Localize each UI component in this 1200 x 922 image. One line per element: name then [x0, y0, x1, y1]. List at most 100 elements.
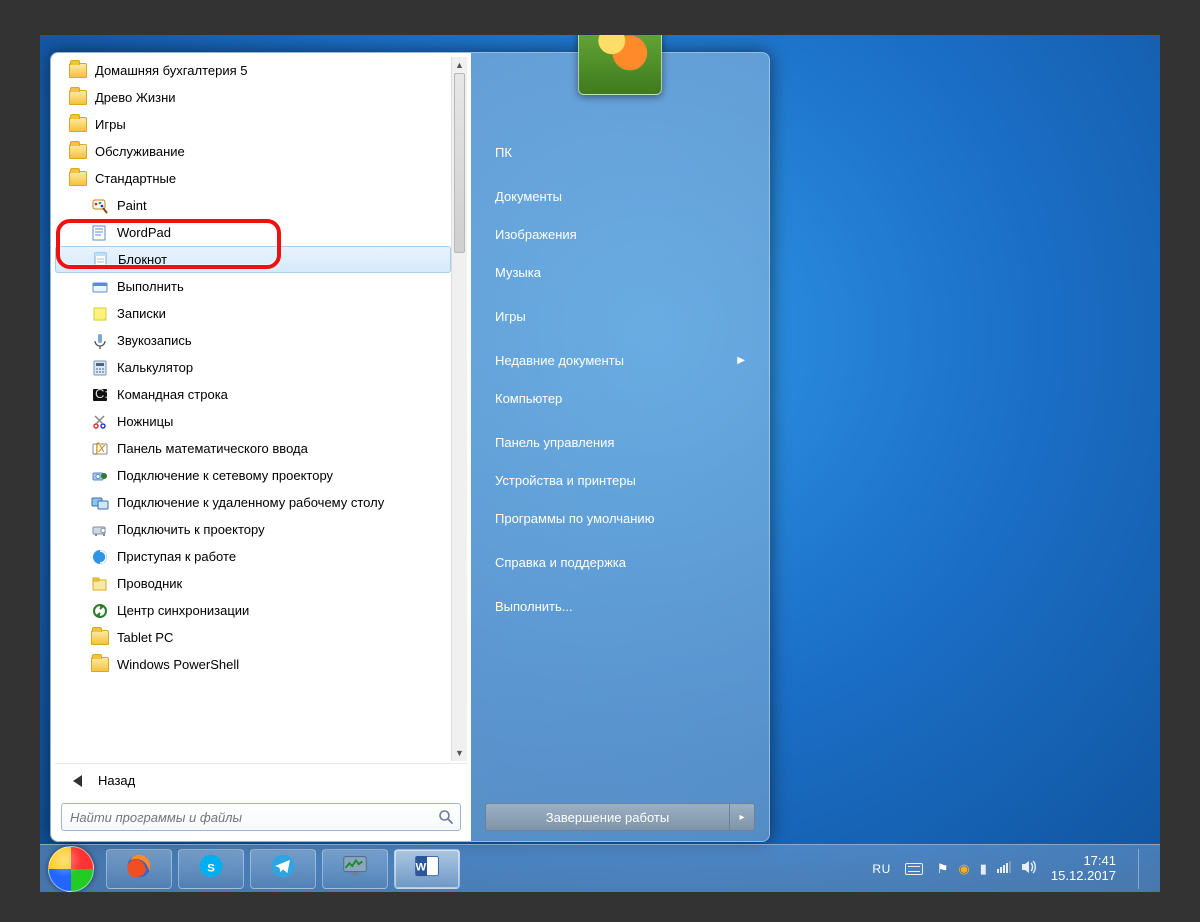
- start-right-недавние-документы[interactable]: Недавние документы▶: [485, 341, 755, 379]
- sticky-icon: [91, 305, 109, 323]
- proj-icon: [91, 521, 109, 539]
- start-right-label: Устройства и принтеры: [495, 473, 636, 488]
- start-menu-right-pane: ПК ДокументыИзображенияМузыка Игры Недавние…: [471, 53, 769, 841]
- wordpad-icon: [91, 224, 109, 242]
- tray-updates-icon[interactable]: ◉: [958, 861, 969, 877]
- program-item-wordpad[interactable]: WordPad: [55, 219, 451, 246]
- svg-text:C:\_: C:\_: [95, 386, 109, 401]
- taskbar-item-firefox[interactable]: [106, 849, 172, 889]
- folder-icon: [91, 657, 109, 672]
- program-folder-домашняя-бухгалтерия-5[interactable]: Домашняя бухгалтерия 5: [55, 57, 451, 84]
- all-programs-scrollbar[interactable]: ▲ ▼: [451, 57, 467, 761]
- program-item-label: Выполнить: [117, 279, 184, 294]
- start-right-компьютер[interactable]: Компьютер: [485, 379, 755, 417]
- program-folder-label: Обслуживание: [95, 144, 185, 159]
- program-item-paint[interactable]: Paint: [55, 192, 451, 219]
- tray-icons: ⚑ ◉ ▮: [937, 860, 1037, 877]
- program-item-панель-математического-ввода[interactable]: ∫xПанель математического ввода: [55, 435, 451, 462]
- system-tray: RU ⚑ ◉ ▮ 17:41 15.12.2017: [872, 849, 1152, 889]
- start-right-панель-управления[interactable]: Панель управления: [485, 423, 755, 461]
- search-icon: [438, 809, 454, 828]
- start-right-label: Справка и поддержка: [495, 555, 626, 570]
- keyboard-icon[interactable]: [905, 863, 923, 875]
- desktop: Домашняя бухгалтерия 5 Древо Жизни Игры Обс…: [40, 35, 1160, 892]
- program-folder-label: Tablet PC: [117, 630, 173, 645]
- back-button[interactable]: Назад: [55, 763, 467, 797]
- program-folder-windows-powershell[interactable]: Windows PowerShell: [55, 651, 451, 678]
- program-item-подключение-к-сетевому-проектору[interactable]: Подключение к сетевому проектору: [55, 462, 451, 489]
- program-item-подключение-к-удаленному-рабочему-столу[interactable]: Подключение к удаленному рабочему столу: [55, 489, 451, 516]
- program-folder-игры[interactable]: Игры: [55, 111, 451, 138]
- program-item-проводник[interactable]: Проводник: [55, 570, 451, 597]
- tray-network-icon[interactable]: [997, 861, 1011, 876]
- paint-icon: [91, 197, 109, 215]
- program-folder-стандартные[interactable]: Стандартные: [55, 165, 451, 192]
- shutdown-options-arrow-icon[interactable]: ▸: [729, 803, 755, 831]
- program-item-блокнот[interactable]: Блокнот: [55, 246, 451, 273]
- program-item-label: Центр синхронизации: [117, 603, 249, 618]
- program-item-label: Подключить к проектору: [117, 522, 265, 537]
- start-right-документы[interactable]: Документы: [485, 177, 755, 215]
- program-item-записки[interactable]: Записки: [55, 300, 451, 327]
- start-right-пк[interactable]: ПК: [485, 133, 755, 171]
- tray-volume-icon[interactable]: [1021, 860, 1037, 877]
- start-right-label: Недавние документы: [495, 353, 624, 368]
- svg-text:∫x: ∫x: [94, 440, 106, 455]
- taskbar-item-word[interactable]: W: [394, 849, 460, 889]
- explorer-icon: [91, 575, 109, 593]
- program-item-выполнить[interactable]: Выполнить: [55, 273, 451, 300]
- program-folder-обслуживание[interactable]: Обслуживание: [55, 138, 451, 165]
- tray-flag-icon[interactable]: ⚑: [937, 861, 949, 877]
- start-right-выполнить[interactable]: Выполнить...: [485, 587, 755, 625]
- show-desktop-button[interactable]: [1138, 849, 1148, 889]
- search-box[interactable]: [61, 803, 461, 831]
- taskbar-item-skype[interactable]: S: [178, 849, 244, 889]
- search-input[interactable]: [62, 804, 430, 830]
- user-avatar[interactable]: [578, 35, 662, 95]
- start-right-игры[interactable]: Игры: [485, 297, 755, 335]
- start-right-справка-и-поддержка[interactable]: Справка и поддержка: [485, 543, 755, 581]
- start-right-устройства-и-принтеры[interactable]: Устройства и принтеры: [485, 461, 755, 499]
- program-item-центр-синхронизации[interactable]: Центр синхронизации: [55, 597, 451, 624]
- program-item-label: Ножницы: [117, 414, 173, 429]
- scroll-down-arrow-icon[interactable]: ▼: [452, 745, 467, 761]
- program-folder-древо-жизни[interactable]: Древо Жизни: [55, 84, 451, 111]
- program-item-звукозапись[interactable]: Звукозапись: [55, 327, 451, 354]
- taskbar-item-telegram[interactable]: [250, 849, 316, 889]
- program-folder-label: Древо Жизни: [95, 90, 176, 105]
- folder-icon: [69, 144, 87, 159]
- program-item-командная-строка[interactable]: C:\_ Командная строка: [55, 381, 451, 408]
- program-folder-tablet-pc[interactable]: Tablet PC: [55, 624, 451, 651]
- tray-battery-icon[interactable]: ▮: [980, 861, 987, 877]
- program-item-приступая-к-работе[interactable]: Приступая к работе: [55, 543, 451, 570]
- start-right-музыка[interactable]: Музыка: [485, 253, 755, 291]
- all-programs-list[interactable]: Домашняя бухгалтерия 5 Древо Жизни Игры Обс…: [55, 57, 467, 761]
- search-wrap: [55, 797, 467, 831]
- taskbar-clock[interactable]: 17:41 15.12.2017: [1051, 854, 1116, 884]
- notepad-icon: [92, 251, 110, 269]
- sync-icon: [91, 602, 109, 620]
- language-indicator[interactable]: RU: [872, 862, 890, 876]
- program-item-label: Звукозапись: [117, 333, 192, 348]
- start-right-изображения[interactable]: Изображения: [485, 215, 755, 253]
- program-item-калькулятор[interactable]: Калькулятор: [55, 354, 451, 381]
- program-item-ножницы[interactable]: Ножницы: [55, 408, 451, 435]
- program-item-label: Командная строка: [117, 387, 228, 402]
- scroll-up-arrow-icon[interactable]: ▲: [452, 57, 467, 73]
- run-icon: [91, 278, 109, 296]
- cmd-icon: C:\_: [91, 386, 109, 404]
- program-item-label: Калькулятор: [117, 360, 193, 375]
- start-right-программы-по-умолчанию[interactable]: Программы по умолчанию: [485, 499, 755, 537]
- program-item-label: Приступая к работе: [117, 549, 236, 564]
- taskbar-item-taskmanager[interactable]: [322, 849, 388, 889]
- program-item-подключить-к-проектору[interactable]: Подключить к проектору: [55, 516, 451, 543]
- getting-icon: [91, 548, 109, 566]
- scroll-thumb[interactable]: [454, 73, 465, 253]
- shutdown-button[interactable]: Завершение работы: [485, 803, 729, 831]
- taskbar: S W RU ⚑ ◉ ▮: [40, 844, 1160, 892]
- back-label: Назад: [98, 773, 135, 788]
- start-button[interactable]: [48, 846, 94, 892]
- program-folder-label: Игры: [95, 117, 126, 132]
- telegram-icon: [269, 852, 297, 886]
- folder-icon: [91, 630, 109, 645]
